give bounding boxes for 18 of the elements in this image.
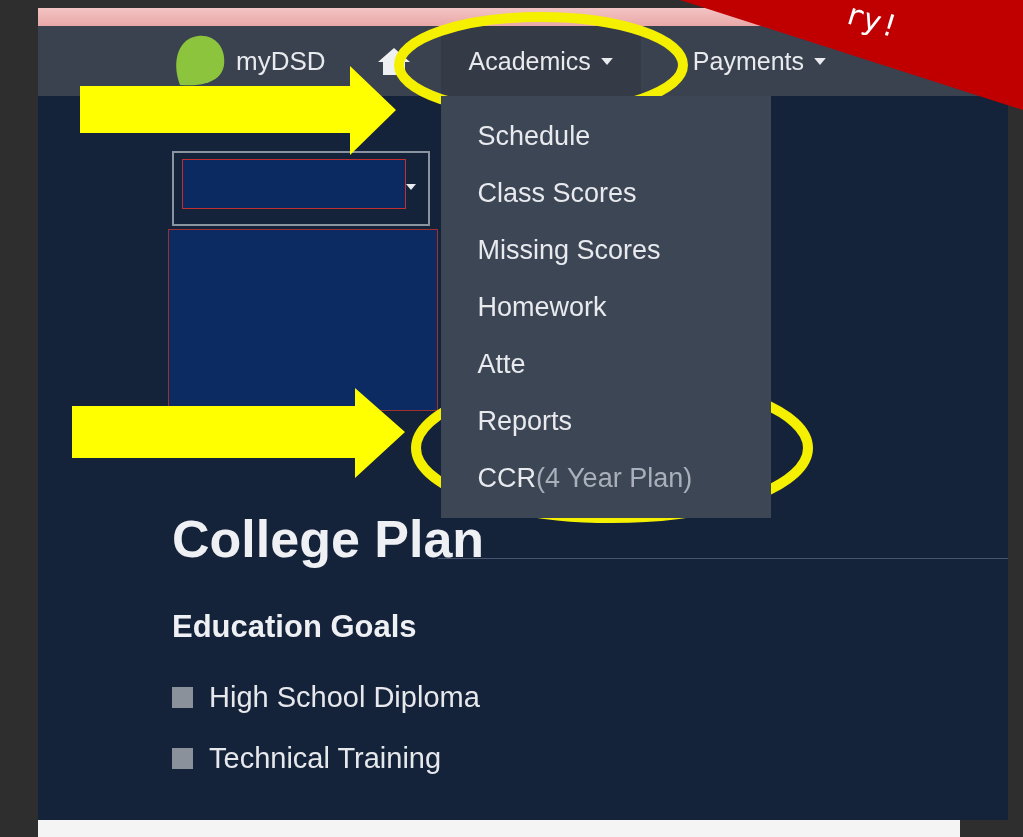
- brand-name: myDSD: [236, 45, 326, 77]
- menu-item[interactable]: Class Scores: [440, 165, 771, 222]
- nav-menu[interactable]: Payments: [690, 44, 828, 78]
- select-field[interactable]: [172, 151, 430, 226]
- page-title: College Plan: [172, 509, 486, 569]
- banner-text: ry!: [841, 0, 904, 45]
- goal-label: Technical Training: [209, 742, 442, 775]
- caret-icon: [600, 57, 613, 65]
- section-heading: Education Goals: [172, 609, 418, 645]
- menu-item[interactable]: Schedule: [440, 108, 771, 165]
- caret-icon: [406, 184, 416, 190]
- menu-item[interactable]: Homework: [440, 279, 771, 336]
- checkbox[interactable]: [172, 687, 193, 708]
- nav-menu[interactable]: Academics: [440, 26, 641, 96]
- goal-label: High School Diploma: [209, 681, 480, 714]
- caret-icon: [814, 57, 826, 65]
- menu-item[interactable]: Missing Scores: [440, 222, 771, 279]
- checkbox[interactable]: [172, 748, 193, 769]
